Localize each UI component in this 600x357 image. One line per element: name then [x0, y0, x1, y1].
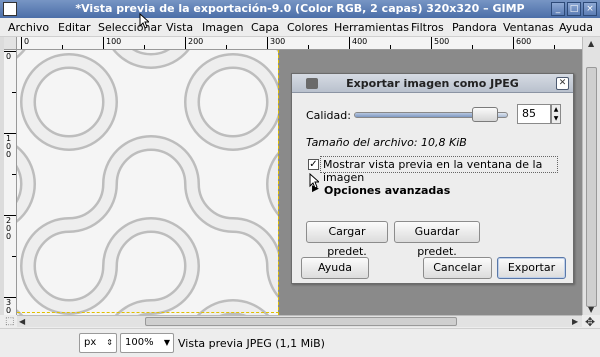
vertical-ruler[interactable]: 0 100 200 300 — [4, 50, 17, 315]
help-button[interactable]: Ayuda — [301, 257, 369, 279]
cancel-button[interactable]: Cancelar — [423, 257, 492, 279]
ruler-label: 600 — [516, 37, 532, 46]
zoom-selector[interactable]: 100% ▼ — [120, 333, 174, 353]
menubar: Archivo Editar Seleccionar Vista Imagen … — [0, 18, 600, 37]
menu-archivo[interactable]: Archivo — [8, 21, 49, 34]
dialog-titlebar[interactable]: Exportar imagen como JPEG ✕ — [292, 74, 573, 93]
quality-slider-knob[interactable] — [471, 107, 498, 122]
ruler-label: 200 — [188, 37, 204, 46]
minimize-button[interactable]: _ — [551, 2, 565, 16]
navigate-icon[interactable]: ✥ — [585, 315, 595, 329]
scroll-right-icon[interactable]: ▶ — [572, 317, 578, 326]
vertical-scroll-thumb[interactable] — [586, 67, 597, 307]
ruler-label: 400 — [352, 37, 368, 46]
dialog-title: Exportar imagen como JPEG — [346, 77, 519, 90]
menu-vista[interactable]: Vista — [166, 21, 193, 34]
ruler-label: 0 — [6, 52, 12, 61]
ruler-ticks-left — [4, 51, 16, 298]
maximize-button[interactable]: □ — [567, 2, 581, 16]
ruler-label: 200 — [6, 216, 12, 241]
menu-editar[interactable]: Editar — [58, 21, 91, 34]
chevron-down-icon: ▼ — [163, 338, 170, 347]
ruler-ticks-top — [21, 37, 555, 49]
statusbar: px ⇕ 100% ▼ Vista previa JPEG (1,1 MiB) — [0, 328, 600, 357]
spin-icon: ⇕ — [106, 338, 113, 347]
horizontal-scroll-thumb[interactable] — [145, 317, 457, 326]
ruler-label: 100 — [106, 37, 122, 46]
ruler-label: 0 — [24, 37, 30, 46]
menu-colores[interactable]: Colores — [287, 21, 328, 34]
export-button[interactable]: Exportar — [497, 257, 566, 279]
scroll-up-icon[interactable]: ▲ — [588, 39, 594, 48]
mouse-cursor-icon — [139, 13, 149, 29]
mouse-cursor-icon — [309, 173, 319, 189]
menu-ventanas[interactable]: Ventanas — [503, 21, 554, 34]
export-jpeg-dialog: Exportar imagen como JPEG ✕ Calidad: 85 … — [291, 73, 574, 284]
horizontal-ruler[interactable]: 0 100 200 300 400 500 600 — [17, 37, 582, 50]
dialog-close-button[interactable]: ✕ — [556, 77, 569, 90]
menu-seleccionar[interactable]: Seleccionar — [98, 21, 162, 34]
ruler-label: 300 — [6, 298, 12, 316]
close-button[interactable]: × — [583, 2, 597, 16]
image-preview[interactable] — [17, 50, 278, 315]
window-title: *Vista previa de la exportación-9.0 (Col… — [75, 2, 525, 15]
unit-selector[interactable]: px ⇕ — [79, 333, 117, 353]
checkmark-icon: ✓ — [309, 159, 318, 170]
menu-filtros[interactable]: Filtros — [411, 21, 444, 34]
window-titlebar: *Vista previa de la exportación-9.0 (Col… — [0, 0, 600, 18]
menu-herramientas[interactable]: Herramientas — [334, 21, 409, 34]
save-defaults-button[interactable]: Guardar predet. — [394, 221, 480, 258]
ruler-label: 300 — [270, 37, 286, 46]
status-message: Vista previa JPEG (1,1 MiB) — [178, 337, 325, 350]
truchet-pattern — [17, 50, 278, 315]
preview-checkbox[interactable]: ✓ — [308, 159, 319, 170]
menu-imagen[interactable]: Imagen — [202, 21, 243, 34]
ruler-label: 500 — [434, 37, 450, 46]
menu-capa[interactable]: Capa — [251, 21, 279, 34]
scroll-down-icon[interactable]: ▼ — [588, 305, 594, 314]
advanced-options-expander[interactable]: Opciones avanzadas — [324, 184, 450, 197]
quality-spinbox[interactable]: 85 — [517, 104, 551, 124]
scroll-left-icon[interactable]: ◀ — [19, 317, 25, 326]
ruler-label: 100 — [6, 134, 12, 159]
vertical-scrollbar[interactable]: ▲ ▼ — [582, 37, 600, 315]
quality-label: Calidad: — [306, 109, 351, 122]
filesize-label: Tamaño del archivo: 10,8 KiB — [306, 136, 467, 149]
ruler-corner[interactable] — [4, 37, 17, 50]
layer-boundary — [17, 312, 279, 313]
menu-pandora[interactable]: Pandora — [452, 21, 497, 34]
quick-mask-icon[interactable]: ⬚ — [5, 316, 14, 327]
menu-ayuda[interactable]: Ayuda — [559, 21, 593, 34]
zoom-value: 100% — [125, 337, 154, 348]
unit-value: px — [84, 337, 97, 348]
preview-checkbox-label[interactable]: Mostrar vista previa en la ventana de la… — [323, 158, 573, 184]
quality-value: 85 — [522, 107, 536, 120]
layer-boundary — [278, 50, 279, 315]
load-defaults-button[interactable]: Cargar predet. — [306, 221, 388, 258]
quality-slider-fill — [355, 113, 485, 117]
horizontal-scrollbar[interactable]: ◀ ▶ — [17, 315, 582, 327]
quality-spin-buttons[interactable]: ▲ ▼ — [551, 104, 561, 124]
